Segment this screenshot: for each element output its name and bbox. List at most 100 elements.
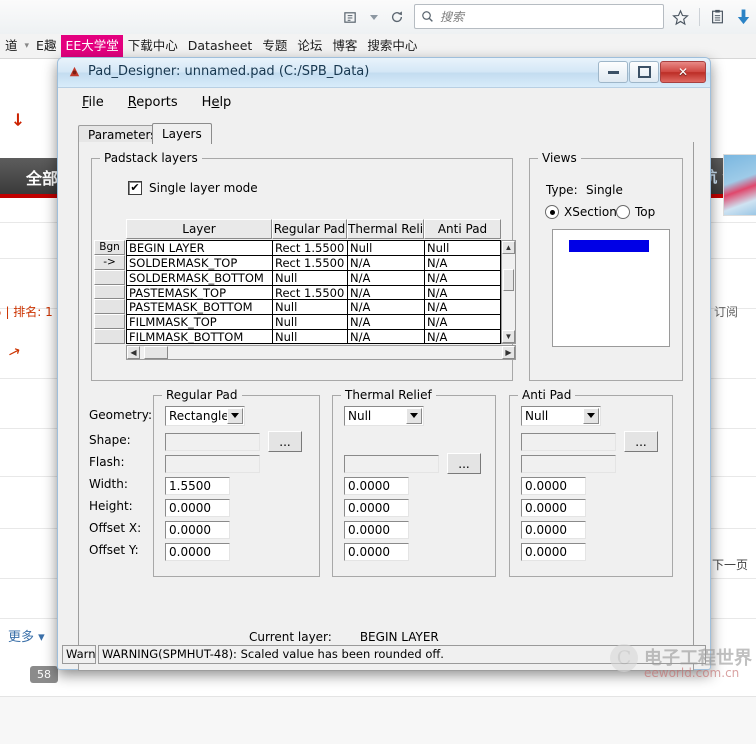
menu-reports[interactable]: Reports: [116, 93, 190, 115]
cell-layer[interactable]: PASTEMASK_TOP: [127, 285, 273, 300]
anti-pad-height-input[interactable]: 0.0000: [521, 499, 586, 517]
regular-pad-offset-y-input[interactable]: 0.0000: [165, 543, 230, 561]
column-header-layer[interactable]: Layer: [126, 219, 272, 239]
cell-thermal-relief[interactable]: N/A: [348, 300, 425, 315]
regular-pad-offset-x-input[interactable]: 0.0000: [165, 521, 230, 539]
scroll-up-button[interactable]: ▲: [502, 241, 515, 254]
cell-regular-pad[interactable]: Null: [273, 315, 348, 330]
minimize-button[interactable]: [598, 61, 628, 83]
thermal-relief-geometry-select[interactable]: Null: [344, 406, 424, 426]
search-input-placeholder[interactable]: 搜索: [440, 8, 464, 25]
window-title-bar[interactable]: Pad_Designer: unnamed.pad (C:/SPB_Data) …: [58, 58, 710, 88]
regular-pad-shape-input[interactable]: [165, 433, 260, 451]
row-button[interactable]: [94, 284, 125, 300]
cell-thermal-relief[interactable]: N/A: [348, 330, 425, 343]
regular-pad-height-input[interactable]: 0.0000: [165, 499, 230, 517]
radio-top[interactable]: Top: [616, 205, 655, 219]
chevron-down-icon[interactable]: [406, 408, 422, 424]
cell-anti-pad[interactable]: N/A: [425, 330, 500, 343]
horizontal-scroll-thumb[interactable]: [144, 346, 168, 359]
single-layer-mode-row[interactable]: ✔ Single layer mode: [128, 181, 258, 195]
bookmark-item[interactable]: 博客: [327, 34, 362, 58]
table-row[interactable]: FILMMASK_BOTTOM Null N/A N/A: [127, 330, 500, 343]
scroll-track[interactable]: [168, 346, 502, 359]
anti-pad-width-input[interactable]: 0.0000: [521, 477, 586, 495]
cell-layer[interactable]: SOLDERMASK_TOP: [127, 255, 273, 270]
cell-anti-pad[interactable]: N/A: [425, 286, 500, 300]
table-row[interactable]: SOLDERMASK_TOP Rect 1.5500 X N/A N/A: [127, 255, 500, 271]
table-row[interactable]: PASTEMASK_BOTTOM Null N/A N/A: [127, 300, 500, 316]
reload-icon[interactable]: [390, 10, 404, 24]
cell-anti-pad[interactable]: N/A: [425, 300, 500, 314]
tab-layers[interactable]: Layers: [152, 123, 212, 144]
cell-regular-pad[interactable]: Rect 1.5500 X: [273, 241, 348, 255]
cell-layer[interactable]: FILMMASK_TOP: [127, 315, 273, 330]
anti-pad-offset-y-input[interactable]: 0.0000: [521, 543, 586, 561]
cell-regular-pad[interactable]: Null: [273, 330, 348, 343]
menu-file[interactable]: File: [70, 93, 116, 115]
column-header-thermal-relief[interactable]: Thermal Relief: [347, 219, 424, 239]
row-button-current[interactable]: ->: [94, 254, 125, 270]
radio-xsection[interactable]: XSection: [545, 205, 617, 219]
anti-pad-browse-button[interactable]: ...: [624, 431, 658, 452]
anti-pad-flash-input[interactable]: [521, 455, 616, 473]
menu-help[interactable]: Help: [190, 93, 244, 115]
bookmark-item[interactable]: 搜索中心: [362, 34, 422, 58]
row-button[interactable]: [94, 299, 125, 315]
column-header-anti-pad[interactable]: Anti Pad: [424, 219, 501, 239]
cell-thermal-relief[interactable]: N/A: [348, 315, 425, 330]
star-icon[interactable]: [672, 8, 689, 26]
cell-anti-pad[interactable]: N/A: [425, 315, 500, 329]
vertical-scroll-thumb[interactable]: [503, 269, 514, 291]
download-arrow-icon[interactable]: [735, 8, 752, 26]
chevron-down-icon[interactable]: [369, 12, 379, 22]
row-button[interactable]: [94, 314, 125, 330]
thermal-relief-height-input[interactable]: 0.0000: [344, 499, 409, 517]
page-subscribe-link[interactable]: 订阅: [714, 303, 738, 320]
table-row[interactable]: FILMMASK_TOP Null N/A N/A: [127, 315, 500, 331]
thermal-relief-offset-x-input[interactable]: 0.0000: [344, 521, 409, 539]
table-row[interactable]: BEGIN LAYER Rect 1.5500 X Null Null: [127, 241, 500, 256]
cell-thermal-relief[interactable]: Null: [348, 241, 425, 255]
scroll-down-button[interactable]: ▼: [502, 330, 515, 343]
anti-pad-geometry-select[interactable]: Null: [521, 406, 601, 426]
bookmark-item-active[interactable]: EE大学堂: [61, 35, 123, 57]
regular-pad-shape-browse-button[interactable]: ...: [268, 431, 302, 452]
cell-anti-pad[interactable]: Null: [425, 241, 500, 255]
chevron-down-icon[interactable]: [583, 408, 599, 424]
cell-thermal-relief[interactable]: N/A: [348, 255, 425, 270]
anti-pad-offset-x-input[interactable]: 0.0000: [521, 521, 586, 539]
cell-anti-pad[interactable]: N/A: [425, 256, 500, 270]
thermal-relief-flash-input[interactable]: [344, 455, 439, 473]
radio-top-control[interactable]: [616, 205, 630, 219]
table-row[interactable]: PASTEMASK_TOP Rect 1.5500 X N/A N/A: [127, 285, 500, 301]
cell-layer[interactable]: PASTEMASK_BOTTOM: [127, 300, 273, 315]
cell-thermal-relief[interactable]: N/A: [348, 285, 425, 300]
bookmark-item[interactable]: E趣: [31, 34, 61, 58]
bookmark-item[interactable]: 专题: [257, 34, 292, 58]
close-button[interactable]: ✕: [660, 61, 706, 83]
cell-regular-pad[interactable]: Null: [273, 270, 348, 285]
bookmark-item[interactable]: 论坛: [292, 34, 327, 58]
chevron-down-icon[interactable]: [227, 408, 243, 424]
cell-regular-pad[interactable]: Null: [273, 300, 348, 315]
maximize-button[interactable]: [629, 61, 659, 83]
regular-pad-width-input[interactable]: 1.5500: [165, 477, 230, 495]
anti-pad-shape-input[interactable]: [521, 433, 616, 451]
cell-layer[interactable]: SOLDERMASK_BOTTOM: [127, 270, 273, 285]
cell-layer[interactable]: BEGIN LAYER: [127, 241, 273, 255]
chevron-down-icon[interactable]: ▾: [23, 34, 32, 58]
reader-view-icon[interactable]: [343, 10, 358, 25]
table-row[interactable]: SOLDERMASK_BOTTOM Null N/A N/A: [127, 270, 500, 286]
radio-xsection-control[interactable]: [545, 205, 559, 219]
cell-regular-pad[interactable]: Rect 1.5500 X: [273, 255, 348, 270]
cell-regular-pad[interactable]: Rect 1.5500 X: [273, 285, 348, 300]
table-vertical-scrollbar[interactable]: ▲ ▼: [501, 240, 516, 344]
row-button[interactable]: [94, 269, 125, 285]
cell-thermal-relief[interactable]: N/A: [348, 270, 425, 285]
page-more-link[interactable]: 更多 ▾: [8, 626, 45, 645]
library-icon[interactable]: [710, 9, 725, 25]
page-next-page-link[interactable]: 下一页: [712, 556, 748, 573]
regular-pad-geometry-select[interactable]: Rectangle: [165, 406, 245, 426]
row-button-begin[interactable]: Bgn: [94, 240, 125, 255]
